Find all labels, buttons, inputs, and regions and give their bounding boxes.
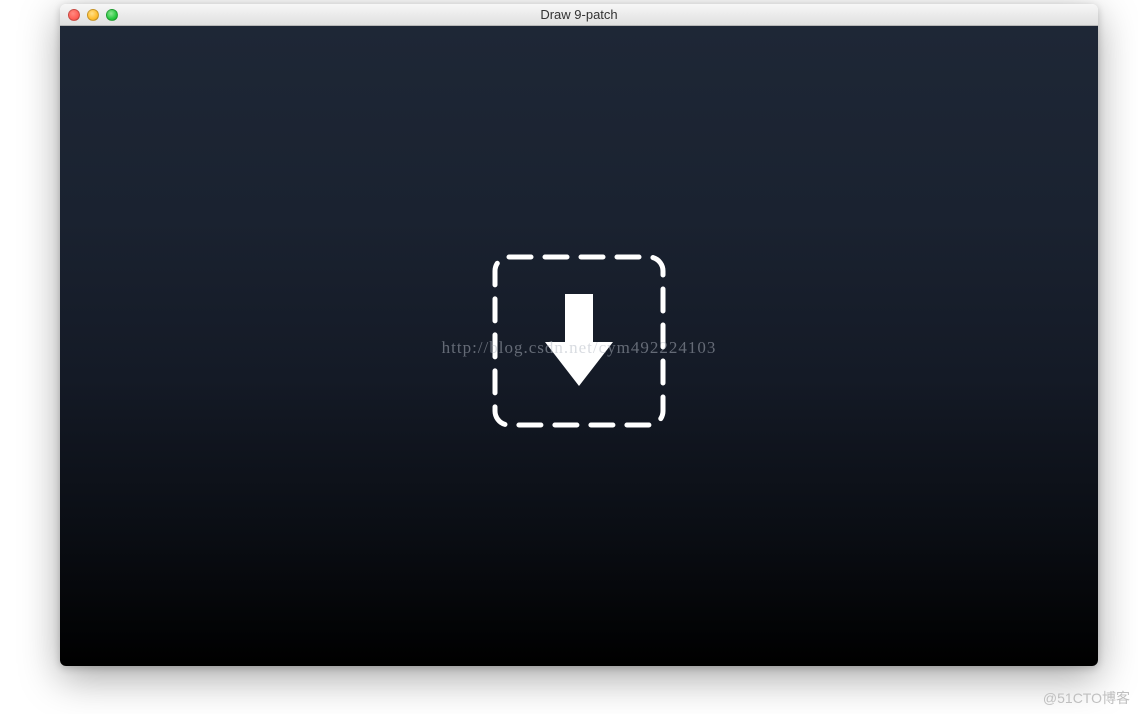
- watermark-corner: @51CTO博客: [1043, 688, 1130, 708]
- download-arrow-icon: [492, 254, 666, 428]
- application-window: Draw 9-patch http://blog.csdn.net/cym492…: [60, 4, 1098, 666]
- window-title: Draw 9-patch: [60, 4, 1098, 26]
- content-area[interactable]: http://blog.csdn.net/cym492224103: [60, 26, 1098, 666]
- traffic-lights-group: [60, 9, 118, 21]
- minimize-button[interactable]: [87, 9, 99, 21]
- maximize-button[interactable]: [106, 9, 118, 21]
- drop-zone[interactable]: [492, 254, 666, 428]
- window-titlebar[interactable]: Draw 9-patch: [60, 4, 1098, 26]
- close-button[interactable]: [68, 9, 80, 21]
